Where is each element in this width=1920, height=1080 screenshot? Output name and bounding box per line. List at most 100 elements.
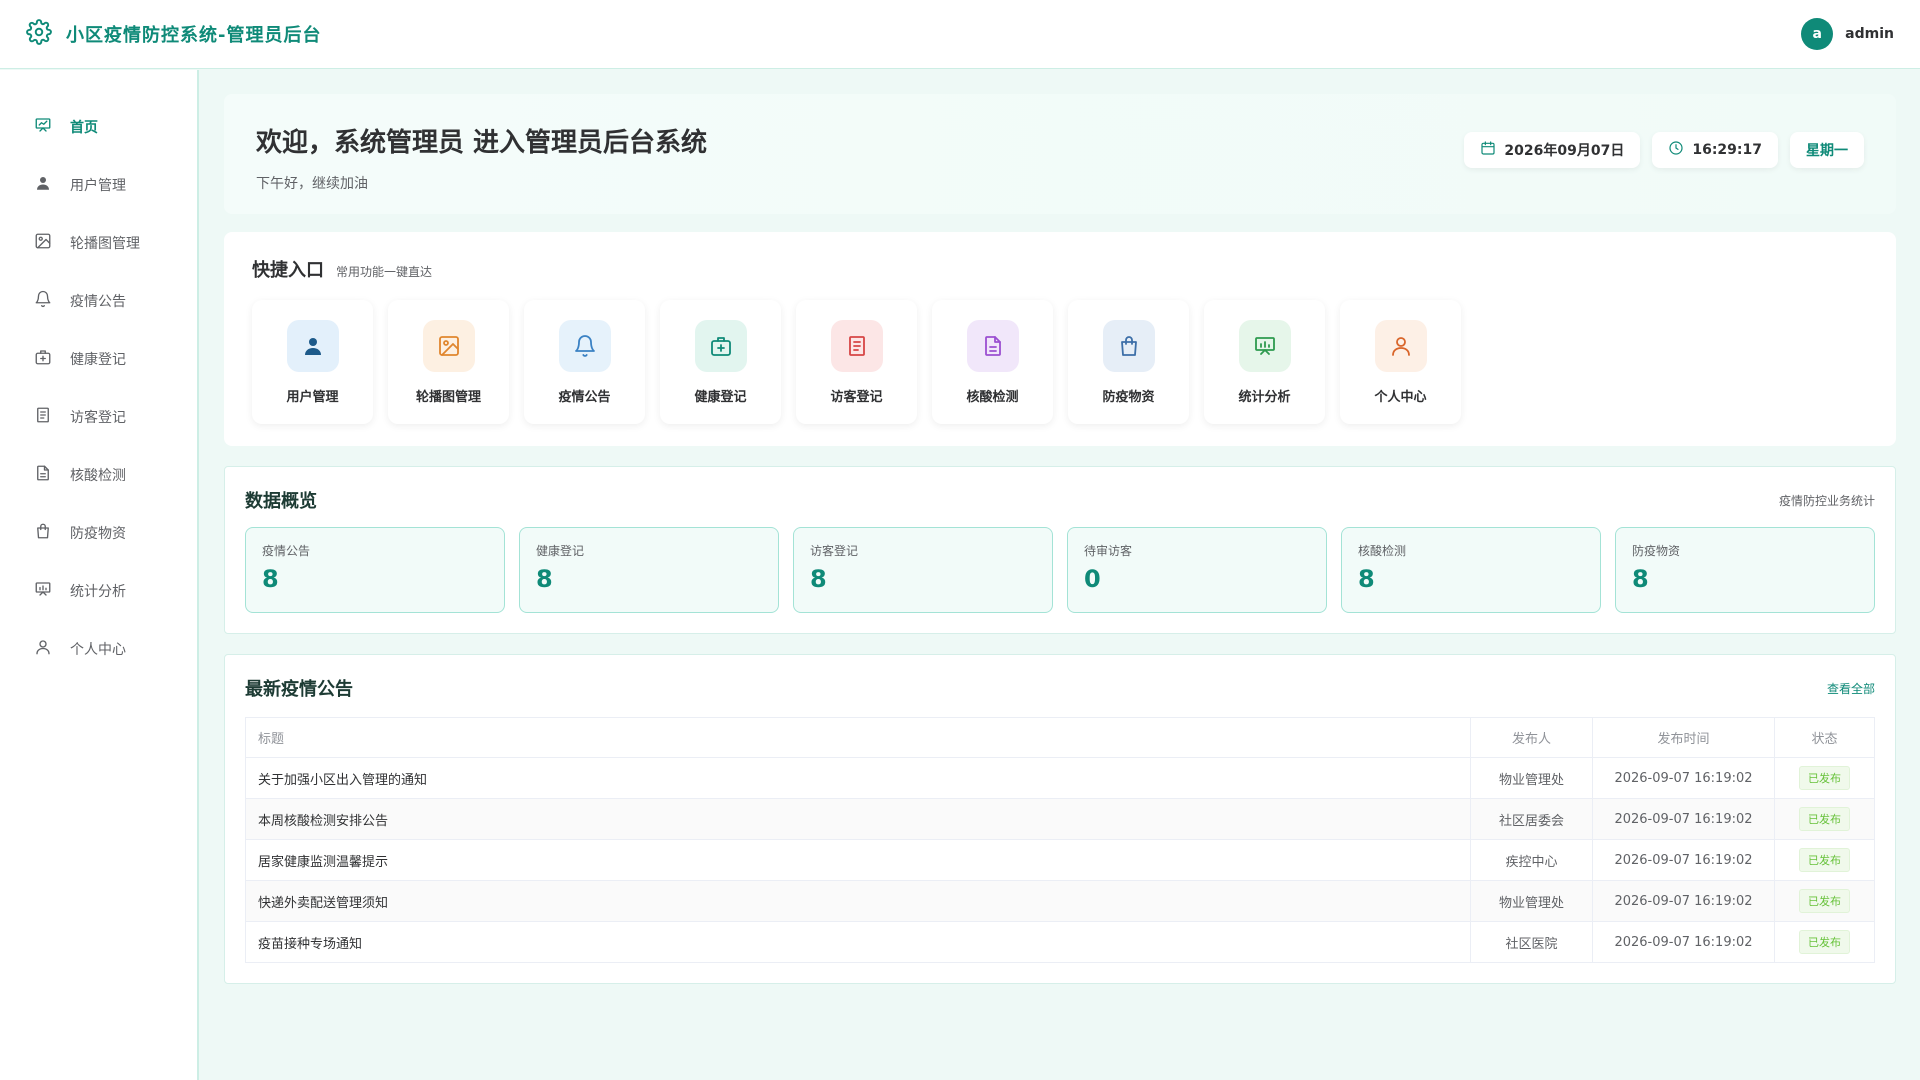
data-overview-link[interactable]: 疫情防控业务统计	[1779, 492, 1875, 509]
notice-publisher: 社区居委会	[1470, 798, 1593, 840]
notice-publisher: 社区医院	[1470, 921, 1593, 963]
stat-card-notices[interactable]: 疫情公告 8	[245, 527, 505, 613]
column-header-publisher[interactable]: 发布人	[1470, 717, 1593, 758]
avatar[interactable]: a	[1801, 18, 1834, 50]
stat-card-nucleic[interactable]: 核酸检测 8	[1341, 527, 1601, 613]
table-row[interactable]: 疫苗接种专场通知 社区医院 2026-09-07 16:19:02 已发布	[245, 921, 1875, 963]
stat-value: 8	[1632, 565, 1649, 593]
date-text: 2026年09月07日	[1504, 143, 1625, 159]
quick-entry-users[interactable]: 用户管理	[252, 300, 373, 424]
weekday-chip: 星期一	[1790, 132, 1864, 168]
stat-card-visitors[interactable]: 访客登记 8	[793, 527, 1053, 613]
sidebar-item-supplies[interactable]: 防疫物资	[0, 504, 197, 562]
stat-value: 8	[262, 565, 279, 593]
quick-entry-label: 统计分析	[1238, 390, 1291, 405]
quick-entry-label: 个人中心	[1374, 390, 1427, 405]
quick-entry-label: 访客登记	[830, 390, 883, 405]
view-all-link[interactable]: 查看全部	[1827, 680, 1875, 697]
notice-title: 居家健康监测温馨提示	[245, 839, 1471, 881]
person-icon	[1374, 320, 1427, 372]
notice-publisher: 疾控中心	[1470, 839, 1593, 881]
main-content: 欢迎，系统管理员 进入管理员后台系统 下午好，继续加油 2026年09月07日 …	[224, 94, 1896, 984]
quick-entry-notices[interactable]: 疫情公告	[524, 300, 645, 424]
stat-value: 0	[1084, 565, 1101, 593]
latest-notices-title: 最新疫情公告	[245, 679, 353, 700]
sidebar: 首页 用户管理 轮播图管理 疫情公告 健康登记 访客登记 核酸检测 防疫物资 统…	[0, 70, 199, 1080]
stat-card-pending-visitors[interactable]: 待审访客 0	[1067, 527, 1327, 613]
time-chip: 16:29:17	[1652, 132, 1778, 168]
notice-time: 2026-09-07 16:19:02	[1592, 839, 1775, 881]
notice-publisher: 物业管理处	[1470, 880, 1593, 922]
quick-entry-nucleic[interactable]: 核酸检测	[932, 300, 1053, 424]
quick-entry-health[interactable]: 健康登记	[660, 300, 781, 424]
sidebar-item-label: 用户管理	[70, 178, 126, 194]
quick-entry-subtitle: 常用功能一键直达	[336, 265, 433, 279]
sidebar-item-profile[interactable]: 个人中心	[0, 620, 197, 678]
sidebar-item-label: 核酸检测	[70, 468, 126, 484]
status-badge: 已发布	[1799, 848, 1850, 872]
table-row[interactable]: 本周核酸检测安排公告 社区居委会 2026-09-07 16:19:02 已发布	[245, 798, 1875, 840]
stat-cards: 疫情公告 8 健康登记 8 访客登记 8 待审访客 0 核酸检测 8 防疫物资 …	[245, 527, 1875, 613]
table-row[interactable]: 快递外卖配送管理须知 物业管理处 2026-09-07 16:19:02 已发布	[245, 880, 1875, 922]
status-badge: 已发布	[1799, 807, 1850, 831]
notice-time: 2026-09-07 16:19:02	[1592, 798, 1775, 840]
notice-status-cell: 已发布	[1774, 757, 1875, 799]
username[interactable]: admin	[1845, 26, 1894, 42]
data-overview-panel: 数据概览 疫情防控业务统计 疫情公告 8 健康登记 8 访客登记 8 待审访客 …	[224, 466, 1896, 634]
quick-entry-supplies[interactable]: 防疫物资	[1068, 300, 1189, 424]
quick-entry-profile[interactable]: 个人中心	[1340, 300, 1461, 424]
quick-entry-label: 疫情公告	[558, 390, 611, 405]
sidebar-item-home[interactable]: 首页	[0, 98, 197, 156]
file-icon	[966, 320, 1019, 372]
stat-label: 防疫物资	[1632, 544, 1681, 558]
app-title: 小区疫情防控系统-管理员后台	[66, 25, 322, 46]
table-header-row: 标题 发布人 发布时间 状态	[245, 717, 1875, 758]
user-icon	[34, 174, 52, 196]
quick-entry-label: 健康登记	[694, 390, 747, 405]
sidebar-item-label: 首页	[70, 120, 98, 136]
sidebar-item-label: 防疫物资	[70, 526, 126, 542]
column-header-title[interactable]: 标题	[245, 717, 1471, 758]
status-badge: 已发布	[1799, 930, 1850, 954]
gear-icon	[26, 19, 52, 49]
user-menu[interactable]: a admin	[1801, 18, 1894, 50]
quick-entry-grid: 用户管理 轮播图管理 疫情公告 健康登记 访客登记 核酸检测 防疫物资 统计分析…	[252, 300, 1868, 424]
user-icon	[286, 320, 339, 372]
datetime-chips: 2026年09月07日 16:29:17 星期一	[1464, 132, 1864, 168]
welcome-title: 欢迎，系统管理员 进入管理员后台系统	[256, 128, 708, 158]
stat-value: 8	[810, 565, 827, 593]
calendar-icon	[1480, 140, 1496, 160]
person-icon	[34, 638, 52, 660]
table-row[interactable]: 关于加强小区出入管理的通知 物业管理处 2026-09-07 16:19:02 …	[245, 757, 1875, 799]
document-icon	[34, 406, 52, 428]
sidebar-item-notices[interactable]: 疫情公告	[0, 272, 197, 330]
stat-label: 访客登记	[810, 544, 859, 558]
weekday-text: 星期一	[1806, 143, 1848, 159]
quick-entry-visitors[interactable]: 访客登记	[796, 300, 917, 424]
sidebar-item-visitors[interactable]: 访客登记	[0, 388, 197, 446]
sidebar-item-carousel[interactable]: 轮播图管理	[0, 214, 197, 272]
stat-label: 疫情公告	[262, 544, 311, 558]
stat-card-supplies[interactable]: 防疫物资 8	[1615, 527, 1875, 613]
column-header-time[interactable]: 发布时间	[1592, 717, 1775, 758]
column-header-status[interactable]: 状态	[1774, 717, 1875, 758]
quick-entry-statistics[interactable]: 统计分析	[1204, 300, 1325, 424]
shopping-bag-icon	[34, 522, 52, 544]
sidebar-item-statistics[interactable]: 统计分析	[0, 562, 197, 620]
date-chip: 2026年09月07日	[1464, 132, 1641, 168]
medical-box-icon	[694, 320, 747, 372]
chart-icon	[34, 580, 52, 602]
sidebar-item-label: 健康登记	[70, 352, 126, 368]
quick-entry-carousel[interactable]: 轮播图管理	[388, 300, 509, 424]
sidebar-item-nucleic[interactable]: 核酸检测	[0, 446, 197, 504]
sidebar-item-users[interactable]: 用户管理	[0, 156, 197, 214]
table-row[interactable]: 居家健康监测温馨提示 疾控中心 2026-09-07 16:19:02 已发布	[245, 839, 1875, 881]
welcome-subtitle: 下午好，继续加油	[256, 176, 368, 192]
shopping-bag-icon	[1102, 320, 1155, 372]
notice-title: 本周核酸检测安排公告	[245, 798, 1471, 840]
brand[interactable]: 小区疫情防控系统-管理员后台	[26, 19, 321, 49]
sidebar-item-health[interactable]: 健康登记	[0, 330, 197, 388]
quick-entry-label: 核酸检测	[966, 390, 1019, 405]
sidebar-item-label: 疫情公告	[70, 294, 126, 310]
stat-card-health[interactable]: 健康登记 8	[519, 527, 779, 613]
